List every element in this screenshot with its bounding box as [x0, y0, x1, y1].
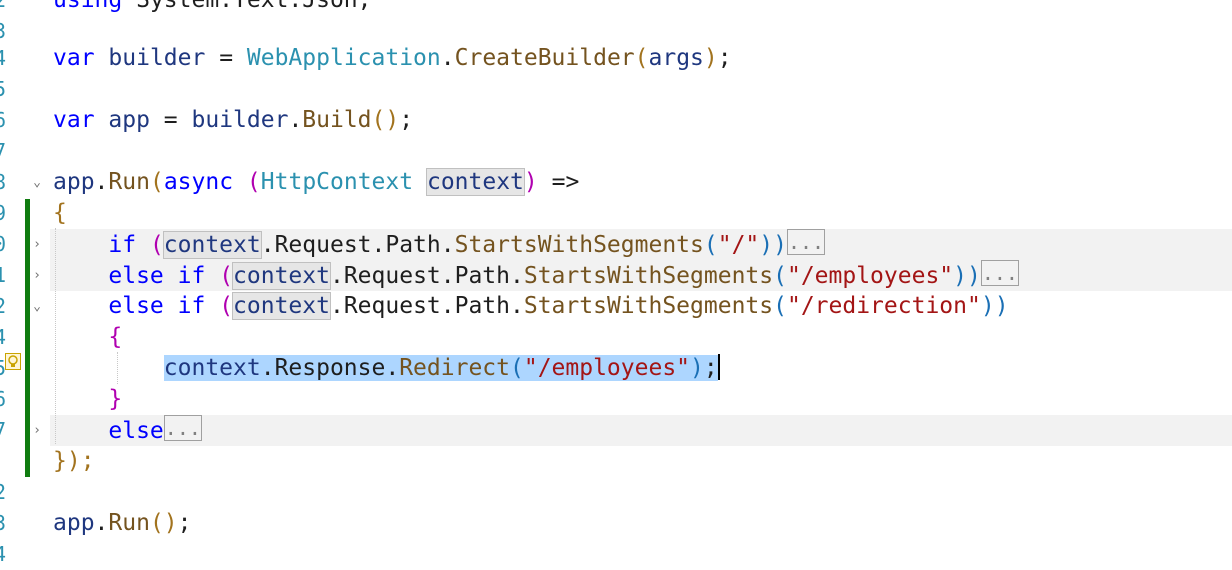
code-text: System.Text.Json;	[122, 0, 372, 13]
code-line[interactable]: });	[53, 446, 95, 477]
fold-toggle-collapsed[interactable]: ›	[30, 260, 44, 291]
identifier: app	[53, 169, 95, 195]
code-line[interactable]: else if (context.Request.Path.StartsWith…	[53, 291, 1009, 322]
string-literal: "/redirection"	[786, 293, 981, 319]
line-number: 6	[0, 384, 6, 415]
identifier: builder	[108, 45, 206, 71]
keyword: if	[177, 263, 206, 289]
method-name: Build	[302, 107, 372, 133]
keyword: async	[163, 169, 234, 195]
line-number: 4	[0, 539, 6, 570]
line-number: 2	[0, 291, 6, 322]
type-name: WebApplication	[246, 45, 441, 71]
collapsed-block-button[interactable]: ...	[980, 260, 1019, 286]
line-number: 2	[0, 0, 6, 16]
code-line[interactable]: var app = builder.Build();	[53, 105, 413, 136]
line-number: 8	[0, 167, 6, 198]
string-literal: "/"	[717, 232, 760, 258]
parameter-reference-highlight: context	[425, 168, 525, 196]
collapsed-block-button[interactable]: ...	[786, 229, 826, 255]
keyword: var	[53, 45, 95, 71]
lightbulb-icon[interactable]	[5, 353, 21, 370]
fold-toggle-collapsed[interactable]: ›	[30, 229, 44, 260]
code-line[interactable]: app.Run(async (HttpContext context) =>	[53, 167, 579, 198]
method-name: Redirect	[399, 355, 510, 381]
code-line[interactable]: if (context.Request.Path.StartsWithSegme…	[53, 229, 826, 260]
keyword: else	[108, 263, 164, 289]
fold-toggle-expanded[interactable]: ⌄	[30, 167, 44, 198]
code-line[interactable]: }	[53, 384, 122, 415]
code-line[interactable]: context.Response.Redirect("/employees");	[53, 353, 720, 384]
line-number: 9	[0, 198, 6, 229]
line-number: 5	[0, 74, 6, 105]
parameter-reference-highlight: context	[232, 262, 331, 290]
line-number: 2	[0, 477, 6, 508]
type-name: HttpContext	[260, 169, 414, 195]
line-number: 7	[0, 415, 6, 446]
keyword: else	[108, 418, 164, 444]
line-number: 7	[0, 136, 6, 167]
code-line[interactable]: else if (context.Request.Path.StartsWith…	[53, 260, 1019, 291]
line-number: 6	[0, 105, 6, 136]
line-number: 3	[0, 508, 6, 539]
method-name: StartsWithSegments	[454, 232, 704, 258]
line-number: 1	[0, 260, 6, 291]
parameter-reference-highlight: context	[162, 231, 262, 259]
string-literal: "/employees"	[786, 263, 954, 289]
code-line[interactable]: using System.Text.Json;	[53, 0, 372, 16]
identifier: app	[53, 510, 95, 536]
collapsed-block-button[interactable]: ...	[163, 415, 202, 441]
fold-toggle-collapsed[interactable]: ›	[30, 415, 44, 446]
keyword: if	[108, 232, 137, 258]
code-line[interactable]: else...	[53, 415, 202, 446]
keyword: if	[177, 293, 206, 319]
fold-toggle-expanded[interactable]: ⌄	[30, 291, 44, 322]
parameter-reference-highlight: context	[232, 292, 331, 320]
code-line[interactable]: {	[53, 198, 67, 229]
line-number: 4	[0, 322, 6, 353]
keyword: var	[53, 107, 95, 133]
identifier: context	[163, 355, 261, 381]
method-name: CreateBuilder	[454, 45, 635, 71]
selected-text: context.Response.Redirect("/employees");	[163, 355, 718, 381]
code-line[interactable]: {	[53, 322, 122, 353]
text-cursor	[717, 354, 720, 380]
method-name: StartsWithSegments	[523, 263, 774, 289]
line-number: 4	[0, 43, 6, 74]
keyword: using	[53, 0, 123, 13]
line-number: 0	[0, 229, 6, 260]
identifier: builder	[191, 107, 289, 133]
keyword: else	[108, 293, 164, 319]
string-literal: "/employees"	[523, 355, 691, 381]
method-name: Run	[108, 510, 150, 536]
code-line[interactable]: var builder = WebApplication.CreateBuild…	[53, 43, 732, 74]
collapsed-region-highlight	[50, 415, 1232, 446]
method-name: Run	[108, 169, 150, 195]
identifier: args	[648, 45, 704, 71]
method-name: StartsWithSegments	[523, 293, 774, 319]
identifier: app	[108, 107, 150, 133]
code-line[interactable]: app.Run();	[53, 508, 192, 539]
